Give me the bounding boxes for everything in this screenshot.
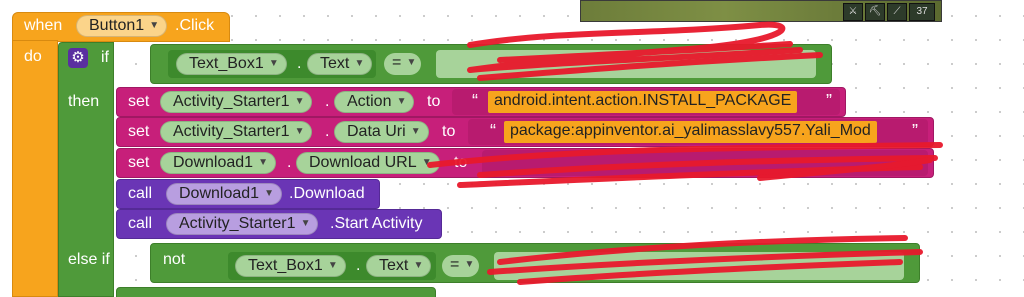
component-label: Activity_Starter1 xyxy=(179,215,296,232)
action-property-dropdown[interactable]: Action ▼ xyxy=(334,91,415,113)
close-quote: ” xyxy=(912,121,918,141)
dropdown-arrow-icon: ▼ xyxy=(268,58,279,69)
action-string-value[interactable]: android.intent.action.INSTALL_PACKAGE xyxy=(488,91,798,113)
data-uri-string-value[interactable]: package:appinventor.ai_yalimasslavy557.Y… xyxy=(504,121,877,143)
dropdown-arrow-icon: ▼ xyxy=(421,157,432,168)
component-label: Activity_Starter1 xyxy=(173,123,290,140)
rod-icon: ⟋ xyxy=(887,3,907,21)
pickaxe-icon: ⛏ xyxy=(865,3,885,21)
set-keyword: set xyxy=(128,93,150,110)
open-quote: “ xyxy=(490,121,496,141)
set-keyword: set xyxy=(128,123,150,140)
download-url-property-dropdown[interactable]: Download URL ▼ xyxy=(296,152,440,174)
dropdown-arrow-icon: ▼ xyxy=(264,188,275,199)
dropdown-arrow-icon: ▼ xyxy=(149,20,160,31)
equals-operator-dropdown[interactable]: = ▼ xyxy=(384,53,422,75)
textbox-component-dropdown[interactable]: Text_Box1 ▼ xyxy=(176,53,287,75)
game-preview-image: ⚔ ⛏ ⟋ 37 xyxy=(580,0,942,22)
text-property-dropdown[interactable]: Text ▼ xyxy=(307,53,373,75)
dot-separator: . xyxy=(297,55,302,72)
dot-separator: . xyxy=(325,123,330,140)
dot-separator: . xyxy=(287,154,292,171)
to-label: to xyxy=(427,93,441,110)
data-uri-property-dropdown[interactable]: Data Uri ▼ xyxy=(334,121,429,143)
compare-string-block[interactable] xyxy=(436,50,816,78)
item-count: 37 xyxy=(909,3,935,21)
close-quote: ” xyxy=(826,91,832,111)
do-label: do xyxy=(24,48,42,65)
event-block-body xyxy=(12,40,58,297)
activity-starter-dropdown[interactable]: Activity_Starter1 ▼ xyxy=(160,91,313,113)
component-label: Activity_Starter1 xyxy=(173,93,290,110)
blocks-workspace[interactable]: ⚔ ⛏ ⟋ 37 when Button1 ▼ .Click do ⚙ if th… xyxy=(0,0,1024,297)
dropdown-arrow-icon: ▼ xyxy=(406,57,417,68)
component-label: Download1 xyxy=(179,185,260,202)
dropdown-arrow-icon: ▼ xyxy=(396,96,407,107)
not-label: not xyxy=(163,251,186,268)
text-property-label: Text xyxy=(320,55,350,72)
to-label: to xyxy=(442,123,456,140)
click-event-label: .Click xyxy=(175,17,215,34)
equals-operator-dropdown[interactable]: = ▼ xyxy=(442,255,480,277)
property-label: Data Uri xyxy=(347,123,406,140)
download-method-label: .Download xyxy=(289,185,365,202)
dropdown-arrow-icon: ▼ xyxy=(294,126,305,137)
component-label: Download1 xyxy=(173,154,254,171)
then-label: then xyxy=(68,93,100,110)
property-label: Action xyxy=(347,93,392,110)
dropdown-arrow-icon: ▼ xyxy=(294,96,305,107)
dropdown-arrow-icon: ▼ xyxy=(327,260,338,271)
equals-label: = xyxy=(392,54,402,71)
activity-starter-dropdown[interactable]: Activity_Starter1 ▼ xyxy=(166,213,319,235)
download-url-string-block[interactable] xyxy=(482,150,928,176)
dot-separator: . xyxy=(325,93,330,110)
dropdown-arrow-icon: ▼ xyxy=(258,157,269,168)
when-label: when xyxy=(24,17,63,34)
text-property-dropdown[interactable]: Text ▼ xyxy=(366,255,432,277)
equals-label: = xyxy=(450,256,460,273)
set-keyword: set xyxy=(128,154,150,171)
to-label: to xyxy=(454,154,468,171)
dropdown-arrow-icon: ▼ xyxy=(300,218,311,229)
else-if-label: else if xyxy=(68,251,110,268)
gear-icon[interactable]: ⚙ xyxy=(68,48,88,68)
property-label: Download URL xyxy=(309,154,417,171)
if-label: if xyxy=(101,49,109,66)
dropdown-arrow-icon: ▼ xyxy=(410,126,421,137)
call-keyword: call xyxy=(128,185,153,202)
next-block-partial xyxy=(116,287,436,297)
open-quote: “ xyxy=(472,91,478,111)
start-activity-method-label: .Start Activity xyxy=(330,215,423,232)
button-component-label: Button1 xyxy=(89,17,145,34)
call-keyword: call xyxy=(128,215,153,232)
text-property-label: Text xyxy=(379,257,409,274)
button-component-dropdown[interactable]: Button1 ▼ xyxy=(76,15,168,37)
download-component-dropdown[interactable]: Download1 ▼ xyxy=(160,152,277,174)
textbox-component-label: Text_Box1 xyxy=(248,257,323,274)
dropdown-arrow-icon: ▼ xyxy=(413,260,424,271)
textbox-component-label: Text_Box1 xyxy=(189,55,264,72)
dot-separator: . xyxy=(356,257,361,274)
download-component-dropdown[interactable]: Download1 ▼ xyxy=(166,183,283,205)
dropdown-arrow-icon: ▼ xyxy=(354,58,365,69)
activity-starter-dropdown[interactable]: Activity_Starter1 ▼ xyxy=(160,121,313,143)
dropdown-arrow-icon: ▼ xyxy=(464,259,475,270)
sword-icon: ⚔ xyxy=(843,3,863,21)
textbox-component-dropdown[interactable]: Text_Box1 ▼ xyxy=(235,255,346,277)
compare-string-block[interactable] xyxy=(494,252,904,280)
